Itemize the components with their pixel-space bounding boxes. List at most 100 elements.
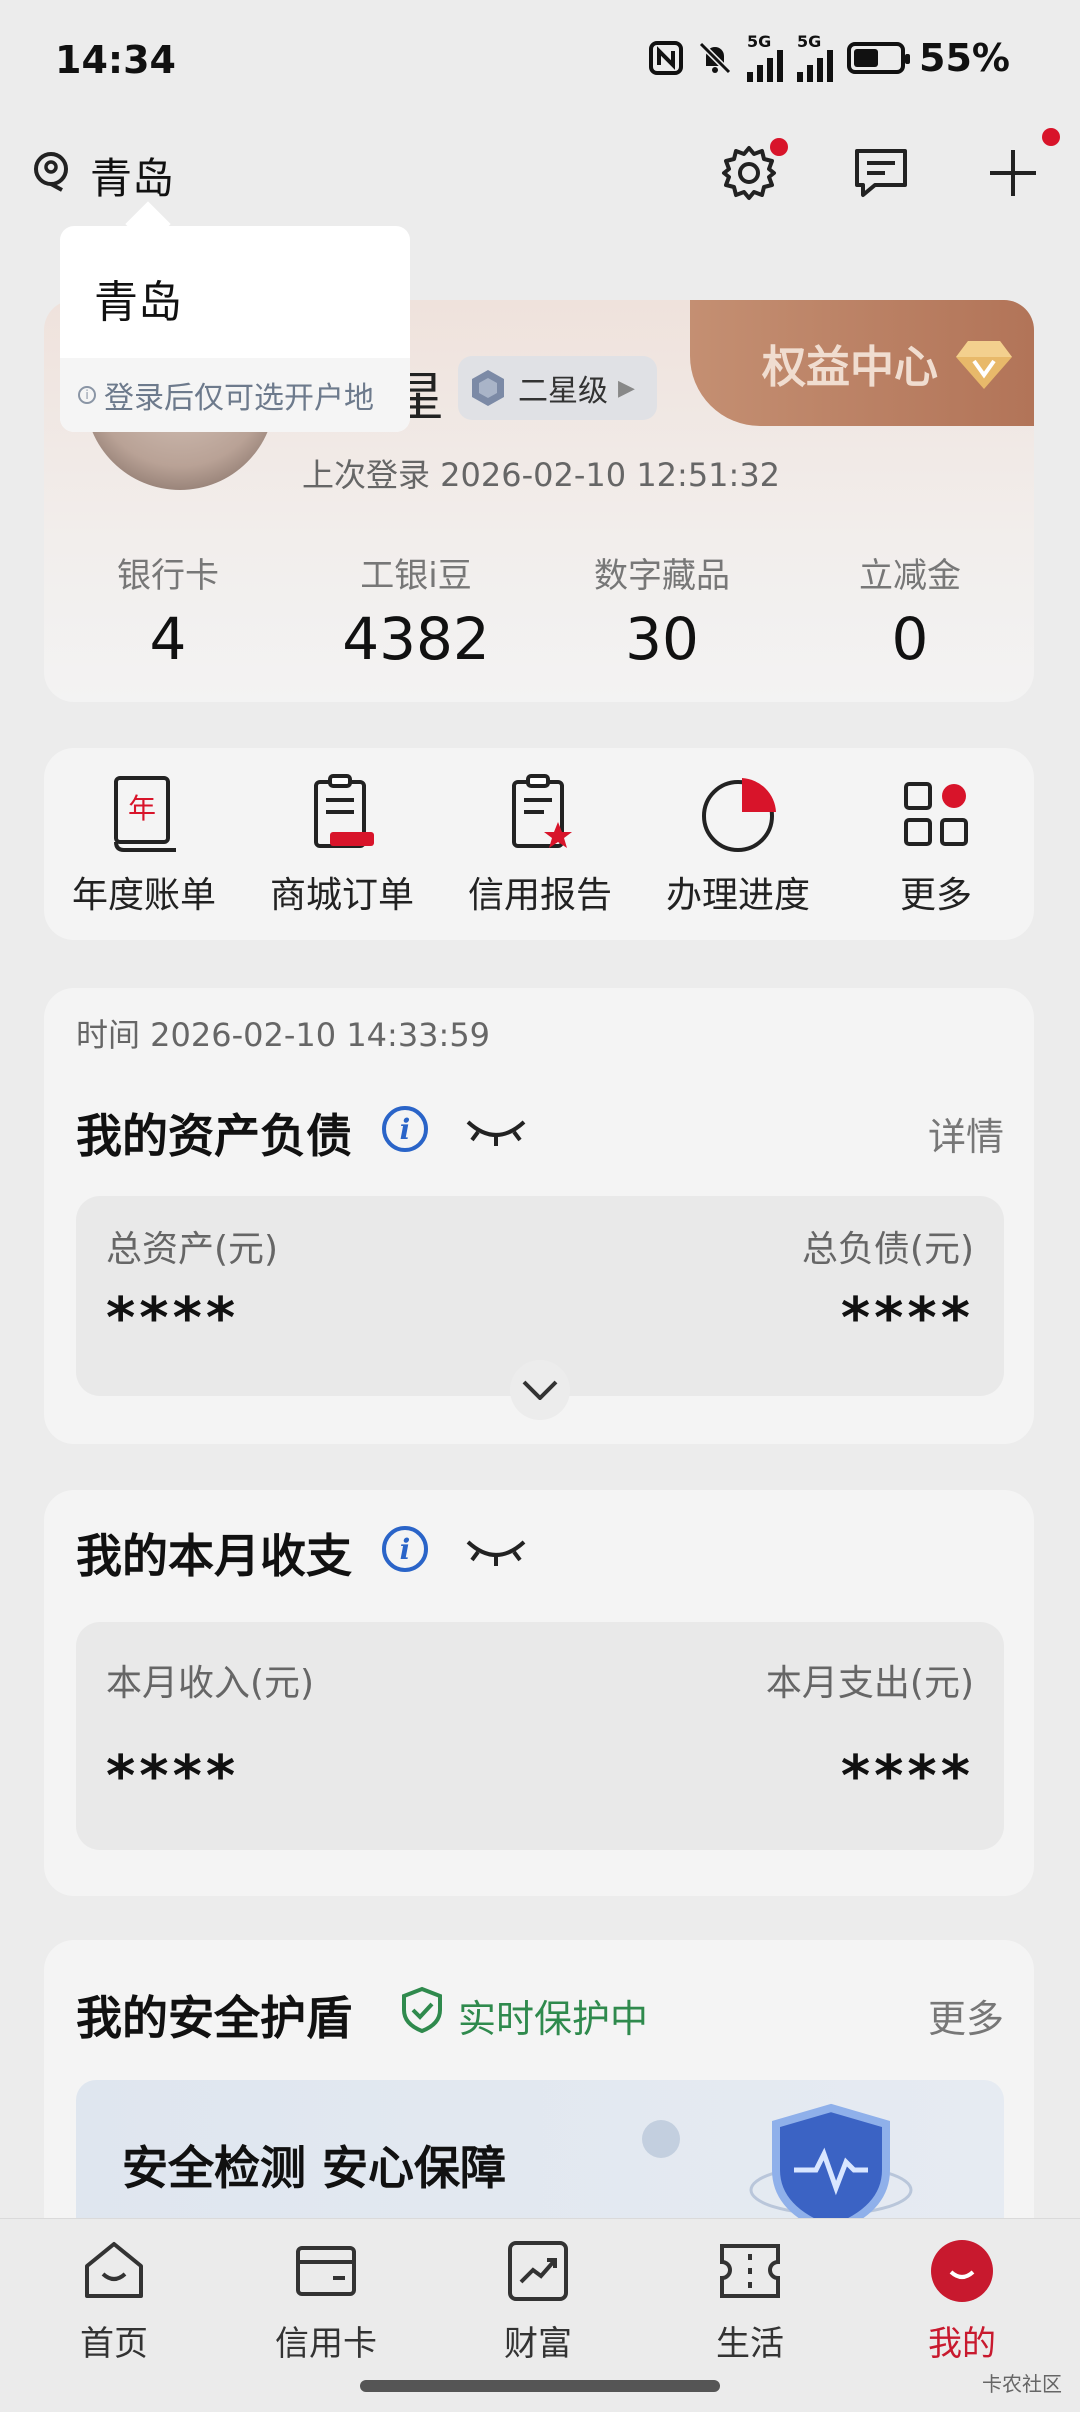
popup-note: i 登录后仅可选开户地 — [60, 358, 410, 432]
stat-label: 立减金 — [859, 556, 961, 596]
stat-label: 银行卡 — [117, 556, 219, 596]
rights-center-banner[interactable]: 权益中心 — [690, 300, 1034, 426]
assets-detail-link[interactable]: 详情 — [928, 1106, 1004, 1161]
shield-banner[interactable]: 安全检测 安心保障 — [76, 2080, 1004, 2230]
plus-icon — [990, 150, 1036, 196]
total-liabilities-label: 总负债(元) — [801, 1229, 974, 1270]
shield-more-link[interactable]: 更多 — [928, 1988, 1004, 2043]
status-time: 14:34 — [55, 38, 176, 82]
nav-credit-card[interactable]: 信用卡 — [236, 2238, 416, 2365]
chevron-right-icon: ▶ — [618, 375, 635, 401]
level-badge[interactable]: 二星级 ▶ — [458, 356, 657, 420]
popup-note-text: 登录后仅可选开户地 — [104, 381, 374, 416]
nav-wealth[interactable]: 财富 — [448, 2238, 628, 2365]
stat-value: 0 — [891, 605, 929, 673]
assets-time: 时间 2026-02-10 14:33:59 — [76, 1016, 491, 1054]
shield-check-icon — [402, 1986, 442, 2034]
total-assets-label: 总资产(元) — [106, 1229, 279, 1270]
stat-value: 30 — [625, 605, 699, 673]
signal-5g-icon-2: 5G — [797, 34, 834, 82]
annual-bill-icon: 年 — [114, 776, 176, 852]
expand-button[interactable] — [510, 1360, 570, 1420]
nav-mine[interactable]: 我的 — [872, 2238, 1052, 2365]
quick-item-label: 商城订单 — [269, 875, 414, 916]
stat-value: 4 — [149, 605, 187, 673]
messages-button[interactable] — [848, 140, 914, 206]
info-icon[interactable]: i — [382, 1526, 428, 1572]
mall-order-icon — [314, 774, 374, 848]
quick-item-annual-bill[interactable]: 年 年度账单 — [44, 772, 244, 918]
settings-badge-dot — [770, 138, 788, 156]
monthly-income-value: **** — [106, 1744, 240, 1809]
battery-icon — [847, 42, 911, 74]
stat-value: 4382 — [342, 605, 490, 673]
hexagon-icon — [472, 370, 504, 406]
total-liabilities-value: **** — [840, 1286, 974, 1351]
nav-label: 信用卡 — [275, 2324, 377, 2364]
nfc-icon — [649, 38, 684, 78]
progress-icon — [702, 778, 776, 852]
assets-title: 我的资产负债 — [76, 1109, 352, 1163]
nav-label: 首页 — [80, 2324, 148, 2364]
life-ticket-icon — [720, 2244, 780, 2298]
stat-label: 数字藏品 — [594, 556, 730, 596]
home-icon — [85, 2242, 143, 2298]
watermark: 卡农社区 — [982, 2372, 1062, 2396]
nav-label-active: 我的 — [928, 2324, 996, 2364]
rights-center-label: 权益中心 — [762, 342, 938, 393]
more-grid-icon — [904, 782, 968, 846]
diamond-icon — [956, 341, 1012, 389]
battery-percent: 55% — [919, 36, 1010, 80]
status-icons: 5G 5G 55% — [649, 34, 1010, 82]
quick-item-progress[interactable]: 办理进度 — [638, 772, 838, 918]
location-pin-icon[interactable] — [32, 150, 74, 192]
signal-5g-icon: 5G — [747, 34, 784, 82]
battery-fill — [854, 49, 879, 67]
nav-label: 生活 — [716, 2324, 784, 2364]
add-button[interactable] — [980, 128, 1060, 206]
settings-button[interactable] — [716, 138, 788, 206]
monthly-title: 我的本月收支 — [76, 1529, 352, 1583]
shield-title: 我的安全护盾 — [76, 1991, 352, 2045]
location-label[interactable]: 青岛 — [90, 145, 174, 206]
quick-item-label: 年度账单 — [71, 875, 216, 916]
monthly-expense-value: **** — [840, 1744, 974, 1809]
stat-digital-collectibles[interactable]: 数字藏品 30 — [542, 548, 782, 673]
quick-item-label: 信用报告 — [467, 875, 612, 916]
mute-bell-icon — [697, 38, 733, 78]
level-label: 二星级 — [518, 374, 608, 409]
info-icon[interactable]: i — [382, 1106, 428, 1152]
chevron-down-icon — [522, 1380, 558, 1400]
shield-status: 实时保护中 — [458, 1997, 649, 2041]
quick-item-credit-report[interactable]: 信用报告 — [440, 772, 640, 918]
quick-item-label: 办理进度 — [665, 875, 810, 916]
quick-item-more[interactable]: 更多 — [836, 772, 1036, 918]
svg-text:年: 年 — [128, 792, 156, 825]
nav-label: 财富 — [504, 2324, 572, 2364]
decor-bubble — [642, 2120, 680, 2158]
monthly-income-label: 本月收入(元) — [106, 1663, 315, 1704]
popup-location-option[interactable]: 青岛 — [94, 266, 182, 330]
shield-banner-text: 安全检测 安心保障 — [122, 2141, 507, 2195]
message-icon — [855, 149, 907, 197]
stat-bank-cards[interactable]: 银行卡 4 — [48, 548, 288, 673]
nav-life[interactable]: 生活 — [660, 2238, 840, 2365]
add-badge-dot — [1042, 128, 1060, 146]
quick-item-mall-order[interactable]: 商城订单 — [242, 772, 442, 918]
eye-closed-icon[interactable] — [464, 1114, 528, 1148]
home-indicator[interactable] — [360, 2380, 720, 2392]
security-shield-illustration-icon — [749, 2103, 913, 2230]
location-popup: 青岛 i 登录后仅可选开户地 — [60, 226, 410, 432]
credit-card-icon — [296, 2246, 356, 2296]
mine-icon — [931, 2240, 993, 2302]
stat-label: 工银i豆 — [360, 556, 472, 596]
nav-home[interactable]: 首页 — [24, 2238, 204, 2365]
quick-item-label: 更多 — [899, 875, 972, 916]
stat-idou[interactable]: 工银i豆 4382 — [296, 548, 536, 673]
total-assets-value: **** — [106, 1286, 240, 1351]
last-login: 上次登录 2026-02-10 12:51:32 — [302, 456, 781, 494]
monthly-expense-label: 本月支出(元) — [765, 1663, 974, 1704]
stat-discount[interactable]: 立减金 0 — [790, 548, 1030, 673]
eye-closed-icon[interactable] — [464, 1534, 528, 1568]
info-small-icon: i — [78, 386, 96, 404]
